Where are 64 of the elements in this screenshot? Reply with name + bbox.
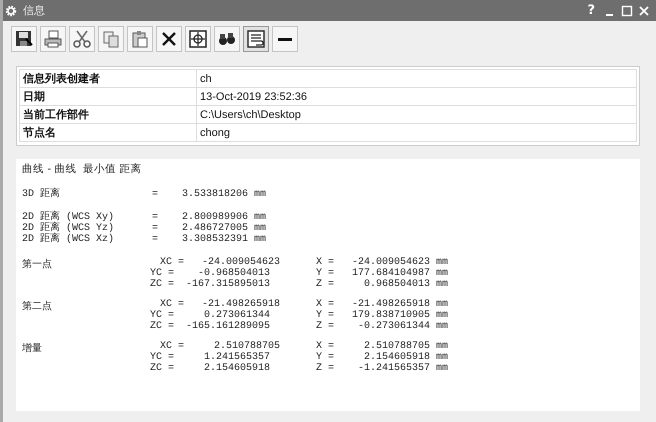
print-button[interactable] <box>40 26 66 52</box>
wrap-button[interactable] <box>243 26 269 52</box>
distance-value: 2.800989906 mm <box>182 212 266 223</box>
info-value: ch <box>196 70 636 88</box>
local-coordinate: ZC = -165.161289095 <box>150 321 272 332</box>
help-button[interactable]: ? <box>583 3 599 18</box>
close-icon[interactable] <box>638 4 650 16</box>
window-title: 信息 <box>23 4 45 18</box>
local-coordinate: ZC = -167.315895013 <box>150 279 272 290</box>
cut-button[interactable] <box>69 26 95 52</box>
info-label: 信息列表创建者 <box>20 70 196 88</box>
distance-label: 2D 距离 (WCS Xy) <box>22 212 116 223</box>
local-coordinate: YC = -0.968504013 <box>150 268 272 279</box>
local-coordinate: XC = 2.510788705 <box>160 341 282 352</box>
world-coordinate: Y = 2.154605918 mm <box>316 352 448 363</box>
info-label: 节点名 <box>20 124 196 142</box>
world-coordinate: X = 2.510788705 mm <box>316 341 448 352</box>
distance-value: 2.486727005 mm <box>182 223 266 234</box>
maximize-icon[interactable] <box>621 4 633 16</box>
minus-button[interactable] <box>272 26 298 52</box>
clipboard-icon <box>130 29 150 49</box>
local-coordinate: XC = -24.009054623 <box>160 257 282 268</box>
world-coordinate: X = -24.009054623 mm <box>316 257 448 268</box>
copy-icon <box>101 29 121 49</box>
crosshair-icon <box>188 29 208 49</box>
crosshair-button[interactable] <box>185 26 211 52</box>
equals-sign: = <box>152 212 160 223</box>
paste-button[interactable] <box>127 26 153 52</box>
world-coordinate: Y = 177.684104987 mm <box>316 268 448 279</box>
printer-icon <box>43 29 63 49</box>
local-coordinate: YC = 0.273061344 <box>150 310 272 321</box>
local-coordinate: ZC = 2.154605918 <box>150 363 272 374</box>
local-coordinate: XC = -21.498265918 <box>160 299 282 310</box>
text-wrap-icon <box>246 29 266 49</box>
info-value: 13-Oct-2019 23:52:36 <box>196 88 636 106</box>
local-coordinate: YC = 1.241565357 <box>150 352 272 363</box>
point-label: 第二点 <box>22 300 53 314</box>
equals-sign: = <box>152 189 160 200</box>
copy-button[interactable] <box>98 26 124 52</box>
info-value: chong <box>196 124 636 142</box>
minus-icon <box>278 38 292 40</box>
delete-button[interactable] <box>156 26 182 52</box>
world-coordinate: Z = 0.968504013 mm <box>316 279 448 290</box>
info-label: 日期 <box>20 88 196 106</box>
distance-label: 3D 距离 <box>22 189 62 200</box>
distance-value: 3.533818206 mm <box>182 189 266 200</box>
point-label: 增量 <box>22 342 43 356</box>
equals-sign: = <box>152 234 160 245</box>
distance-label: 2D 距离 (WCS Yz) <box>22 223 116 234</box>
world-coordinate: X = -21.498265918 mm <box>316 299 448 310</box>
gear-icon <box>5 4 17 16</box>
distance-label: 2D 距离 (WCS Xz) <box>22 234 116 245</box>
report-title: 曲线 - 曲线 最小值 距离 <box>22 162 142 176</box>
world-coordinate: Z = -1.241565357 mm <box>316 363 448 374</box>
scissors-icon <box>72 29 92 49</box>
binoculars-button[interactable] <box>214 26 240 52</box>
point-label: 第一点 <box>22 258 53 272</box>
world-coordinate: Z = -0.273061344 mm <box>316 321 448 332</box>
equals-sign: = <box>152 223 160 234</box>
info-label: 当前工作部件 <box>20 106 196 124</box>
save-button[interactable] <box>11 26 37 52</box>
info-value: C:\Users\ch\Desktop <box>196 106 636 124</box>
world-coordinate: Y = 179.838710905 mm <box>316 310 448 321</box>
distance-value: 3.308532391 mm <box>182 234 266 245</box>
